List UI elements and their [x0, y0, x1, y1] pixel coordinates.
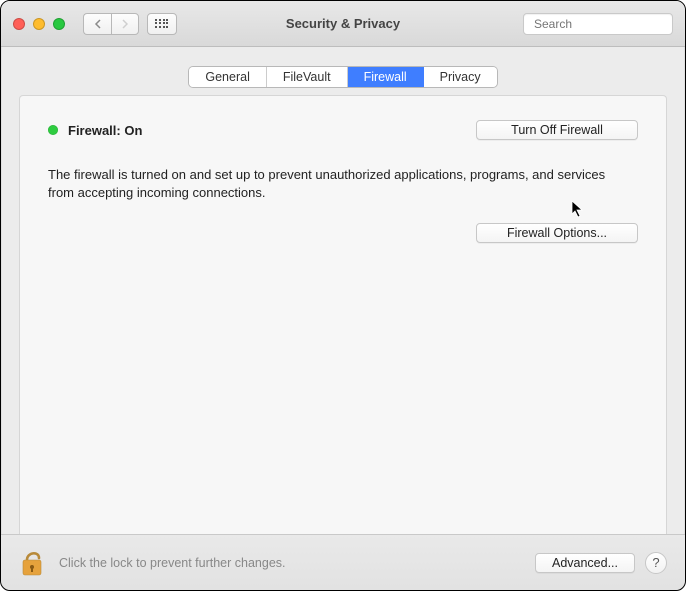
unlocked-lock-icon	[19, 548, 45, 578]
show-all-button[interactable]	[147, 13, 177, 35]
minimize-window-button[interactable]	[33, 18, 45, 30]
options-row: Firewall Options...	[48, 223, 638, 243]
window-controls	[13, 18, 65, 30]
help-icon: ?	[652, 555, 659, 570]
search-field[interactable]	[523, 13, 673, 35]
tab-firewall[interactable]: Firewall	[348, 67, 424, 87]
help-button[interactable]: ?	[645, 552, 667, 574]
back-button[interactable]	[83, 13, 111, 35]
nav-buttons	[83, 13, 139, 35]
status-row: Firewall: On Turn Off Firewall	[48, 120, 638, 140]
preferences-window: Security & Privacy General FileVault Fir…	[0, 0, 686, 591]
turn-off-firewall-button[interactable]: Turn Off Firewall	[476, 120, 638, 140]
firewall-options-button[interactable]: Firewall Options...	[476, 223, 638, 243]
chevron-left-icon	[94, 19, 102, 29]
search-input[interactable]	[534, 17, 686, 31]
close-window-button[interactable]	[13, 18, 25, 30]
firewall-panel: Firewall: On Turn Off Firewall The firew…	[19, 95, 667, 534]
forward-button[interactable]	[111, 13, 139, 35]
tabs: General FileVault Firewall Privacy	[1, 67, 685, 87]
firewall-status-label: Firewall: On	[68, 123, 142, 138]
lock-button[interactable]	[15, 546, 49, 580]
tab-privacy[interactable]: Privacy	[424, 67, 497, 87]
firewall-description: The firewall is turned on and set up to …	[48, 166, 608, 201]
cursor-icon	[571, 200, 585, 221]
grid-icon	[155, 19, 169, 29]
body: General FileVault Firewall Privacy Firew…	[1, 47, 685, 590]
titlebar: Security & Privacy	[1, 1, 685, 47]
advanced-button[interactable]: Advanced...	[535, 553, 635, 573]
tab-general[interactable]: General	[189, 67, 266, 87]
lock-hint: Click the lock to prevent further change…	[59, 556, 286, 570]
status-indicator-icon	[48, 125, 58, 135]
tab-filevault[interactable]: FileVault	[267, 67, 348, 87]
footer: Click the lock to prevent further change…	[1, 534, 685, 590]
chevron-right-icon	[121, 19, 129, 29]
zoom-window-button[interactable]	[53, 18, 65, 30]
